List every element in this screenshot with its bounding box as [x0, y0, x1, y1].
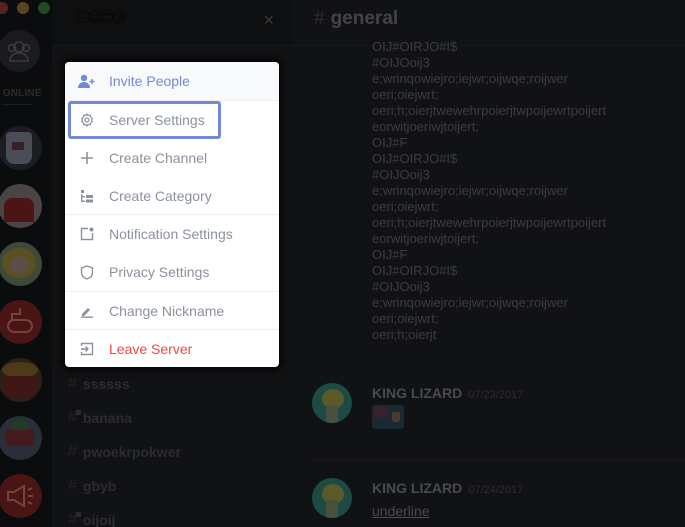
message-author[interactable]: KING LIZARD 07/24/2017 [372, 480, 523, 496]
menu-item-change-nickname[interactable]: Change Nickname [65, 292, 279, 330]
message-line: eorwitjoeriwjtoijert; [372, 231, 479, 246]
server-name: 🙃😜😍😘 [76, 9, 127, 26]
friends-icon [7, 41, 31, 62]
notification-icon [65, 215, 109, 253]
message-line: e;wrinqowiejro;iejwr;oijwqe;roijwer [372, 71, 568, 86]
gamepad-icon [7, 308, 33, 333]
message-timestamp: 07/23/2017 [468, 389, 524, 401]
channel-title-text: general [330, 8, 399, 29]
avatar[interactable] [312, 478, 352, 518]
author-name[interactable]: KING LIZARD [372, 480, 462, 496]
menu-item-label: Create Channel [109, 150, 208, 166]
message-line: OIJ#OIRJO#I$ [372, 39, 458, 54]
message-line: #OIJOoij3 [372, 279, 430, 294]
pencil-icon [65, 292, 109, 330]
close-icon[interactable]: × [263, 10, 274, 31]
channel-name: oijoij [82, 512, 116, 527]
guild-icon-kfc[interactable] [0, 358, 42, 402]
message-line: oeri;oiejwrt; [372, 87, 439, 102]
menu-item-privacy-settings[interactable]: Privacy Settings [65, 253, 279, 291]
leave-icon [65, 330, 109, 367]
menu-item-leave-server[interactable]: Leave Server [65, 330, 279, 367]
menu-item-invite-people[interactable]: Invite People [65, 62, 279, 100]
message-line: OIJ#OIRJO#I$ [372, 151, 458, 166]
server-header[interactable]: 🙃😜😍😘 × [52, 0, 292, 46]
guild-icon-gaming[interactable] [0, 300, 42, 344]
message-body: OIJ#OIRJO#I$ #OIJOoij3 e;wrinqowiejro;iejw… [372, 39, 606, 343]
message-timestamp: 07/24/2017 [468, 484, 524, 496]
message-line: oeri;oiejwrt; [372, 311, 439, 326]
locked-channel-icon: # [68, 511, 81, 527]
channel-title: # general [314, 8, 398, 30]
plus-icon [65, 139, 109, 177]
channel-item[interactable]: # pwoekrpokwer [68, 442, 181, 462]
channel-item[interactable]: # banana [68, 408, 132, 428]
guild-icon-anime-girl[interactable] [0, 242, 42, 286]
text-channel-icon: # [68, 375, 77, 392]
menu-item-label: Notification Settings [109, 226, 233, 242]
window-maximize-button[interactable] [38, 2, 50, 14]
menu-item-label: Change Nickname [109, 303, 225, 319]
message-line: oeri;h;oierjt [372, 327, 437, 342]
message-line: oeri;h;oierjtwewehrpoierjtwpoijewrtpoije… [372, 103, 607, 118]
message-line: #OIJOoij3 [372, 55, 430, 70]
category-icon [65, 177, 109, 215]
menu-item-create-channel[interactable]: Create Channel [65, 139, 279, 177]
message-author[interactable]: KING LIZARD 07/23/2017 [372, 385, 523, 401]
menu-item-create-category[interactable]: Create Category [65, 177, 279, 215]
flag-emoji [372, 405, 404, 429]
friends-button[interactable] [0, 30, 40, 72]
menu-item-label: Privacy Settings [109, 264, 210, 280]
guild-icon-captain-planet[interactable] [0, 416, 42, 460]
author-name[interactable]: KING LIZARD [372, 385, 462, 401]
server-context-menu: Invite People Server Settings Create Cha… [65, 62, 279, 367]
chat-area: # general OIJ#OIRJO#I$ #OIJOoij3 e;wrinqowi… [292, 0, 685, 527]
message-line: OIJ#OIRJO#I$ [372, 263, 458, 278]
shield-icon [65, 253, 109, 291]
avatar[interactable] [312, 383, 352, 423]
guild-icon-mcflurry[interactable] [0, 126, 42, 170]
text-channel-icon: # [68, 443, 77, 460]
menu-item-label: Server Settings [109, 112, 205, 128]
menu-item-server-settings[interactable]: Server Settings [65, 101, 279, 139]
message-line: e;wrinqowiejro;iejwr;oijwqe;roijwer [372, 295, 568, 310]
channel-item[interactable]: # oijoij [68, 510, 116, 527]
message-line: eorwitjoeriwjtoijert; [372, 119, 479, 134]
megaphone-icon [7, 484, 33, 508]
discord-app: 0 ONLINE [0, 0, 685, 527]
menu-item-label: Leave Server [109, 341, 193, 357]
locked-channel-icon: # [68, 409, 81, 427]
channel-name: gbyb [82, 478, 117, 494]
window-close-button[interactable] [0, 2, 8, 14]
message-text: underline [372, 503, 430, 519]
message-line: oeri;h;oierjtwewehrpoierjtwpoijewrtpoije… [372, 215, 607, 230]
menu-item-notification-settings[interactable]: Notification Settings [65, 215, 279, 253]
channel-item[interactable]: # ssssss [68, 374, 130, 394]
window-controls [0, 2, 50, 14]
window-minimize-button[interactable] [17, 2, 29, 14]
message-line: oeri;oiejwrt; [372, 199, 439, 214]
guild-icon-cat-cape[interactable] [0, 184, 42, 228]
message-divider [312, 460, 685, 461]
message-line: OIJ#F [372, 135, 408, 150]
guild-icon-announcements[interactable] [0, 474, 42, 518]
menu-item-label: Create Category [109, 188, 212, 204]
message-line: #OIJOoij3 [372, 167, 430, 182]
text-channel-icon: # [314, 8, 325, 29]
gear-icon [65, 101, 109, 139]
menu-item-label: Invite People [109, 73, 190, 89]
channel-name: pwoekrpokwer [82, 444, 181, 460]
guild-rail: 0 ONLINE [0, 0, 52, 527]
channel-item[interactable]: # gbyb [68, 476, 116, 496]
channel-name: banana [82, 410, 132, 426]
online-count: 0 ONLINE [0, 88, 42, 99]
text-channel-icon: # [68, 477, 77, 494]
message-line: e;wrinqowiejro;iejwr;oijwqe;roijwer [372, 183, 568, 198]
message-line: OIJ#F [372, 247, 408, 262]
channel-name: ssssss [82, 376, 130, 392]
divider [2, 104, 32, 105]
add-user-icon [65, 62, 109, 100]
